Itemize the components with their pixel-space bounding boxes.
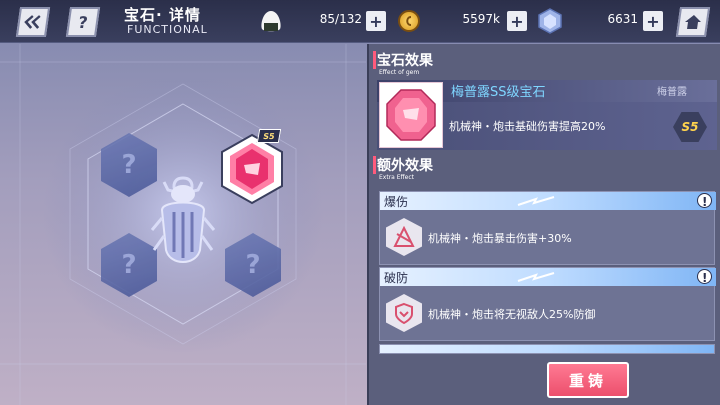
section-marker xyxy=(373,156,376,174)
equipped-gem-slot[interactable]: S5 xyxy=(220,129,284,205)
armor-break-icon xyxy=(386,294,422,332)
plus-icon: + xyxy=(369,11,383,31)
extra-effect-card-partial xyxy=(379,344,715,354)
gem-slot-area: ? ? ? S5 xyxy=(0,44,366,405)
extra-effect-heading: 额外效果 xyxy=(377,158,433,174)
info-button[interactable]: ! xyxy=(697,193,712,209)
gem-grade-icon: S5 xyxy=(673,112,707,142)
gem-effect-heading: 宝石效果 xyxy=(377,53,433,69)
double-chevron-left-icon xyxy=(24,15,41,29)
gem-effect-description: 机械神・炮击基础伤害提高20% xyxy=(449,120,606,133)
help-button[interactable]: ? xyxy=(65,7,101,37)
page-subtitle: FUNCTIONAL xyxy=(127,23,208,36)
home-icon xyxy=(685,15,701,29)
extra-effect-title: 破防 xyxy=(384,271,409,285)
extra-effect-description: 机械神・炮击暴击伤害+30% xyxy=(428,232,572,245)
gem-portrait xyxy=(379,82,443,148)
extra-effect-title: 爆伤 xyxy=(384,195,409,209)
wing-decoration-icon xyxy=(517,196,555,206)
gem-detail-panel: 宝石效果 Effect of gem 梅普露SS级宝石 梅普露 机械神・炮击基础… xyxy=(367,44,720,405)
pink-gem-icon xyxy=(386,89,436,141)
rice-ball-icon xyxy=(258,9,284,33)
gem-grade-badge: S5 xyxy=(256,129,282,143)
gem-name: 梅普露SS级宝石 xyxy=(451,85,546,100)
wing-decoration-icon xyxy=(517,272,555,282)
scarab-emblem-icon xyxy=(150,170,216,280)
extra-effect-heading-en: Extra Effect xyxy=(379,174,415,181)
add-coin-button[interactable]: + xyxy=(507,11,527,31)
section-marker xyxy=(373,51,376,69)
gem-effect-card: 梅普露SS级宝石 梅普露 机械神・炮击基础伤害提高20% S5 xyxy=(377,80,717,150)
reforge-button[interactable]: 重铸 xyxy=(547,362,629,398)
coin-icon xyxy=(398,10,420,32)
add-crystal-button[interactable]: + xyxy=(643,11,663,31)
crystal-icon xyxy=(538,8,562,34)
stamina-value: 85/132 xyxy=(319,12,362,26)
back-button[interactable] xyxy=(15,7,51,37)
extra-effect-card: 破防 ! 机械神・炮击将无视敌人25%防御 xyxy=(379,267,716,341)
crystal-value: 6631 xyxy=(607,12,638,26)
home-button[interactable] xyxy=(675,7,711,37)
crit-damage-icon xyxy=(386,218,422,256)
question-icon: ? xyxy=(77,12,89,32)
page-title: 宝石· 详情 xyxy=(124,6,201,24)
extra-effect-card: 爆伤 ! 机械神・炮击暴击伤害+30% xyxy=(379,191,716,265)
info-button[interactable]: ! xyxy=(697,269,712,285)
plus-icon: + xyxy=(510,11,524,31)
extra-effect-description: 机械神・炮击将无视敌人25%防御 xyxy=(428,308,596,321)
gem-owner: 梅普露 xyxy=(657,87,687,98)
top-bar: ? 宝石· 详情 FUNCTIONAL 85/132 + 5597k + 663… xyxy=(0,0,720,43)
gem-effect-heading-en: Effect of gem xyxy=(379,69,420,76)
add-stamina-button[interactable]: + xyxy=(366,11,386,31)
plus-icon: + xyxy=(646,11,660,31)
coin-value: 5597k xyxy=(462,12,501,26)
